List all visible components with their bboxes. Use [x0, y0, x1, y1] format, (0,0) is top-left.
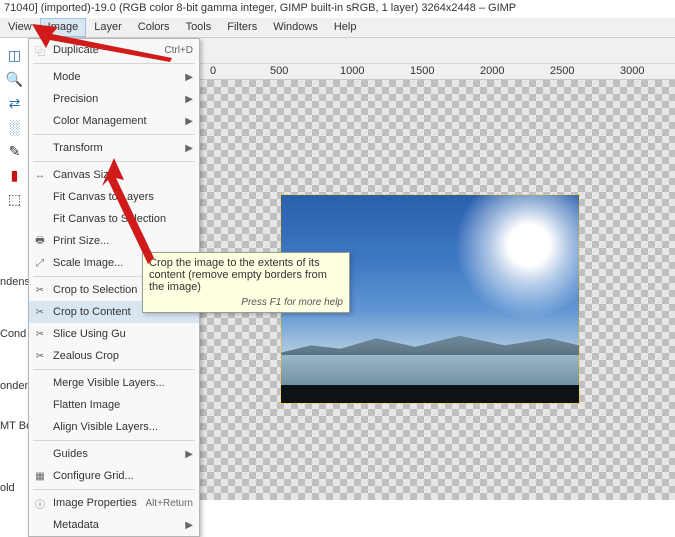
submenu-arrow-icon: ▶ — [185, 520, 193, 531]
separator — [33, 369, 195, 370]
window-title: 71040] (imported)-19.0 (RGB color 8-bit … — [0, 0, 675, 18]
menu-layer[interactable]: Layer — [86, 18, 130, 37]
menu-merge-visible[interactable]: Merge Visible Layers... — [29, 372, 199, 394]
grid-icon: ▦ — [33, 471, 47, 482]
menu-fit-canvas-selection: Fit Canvas to Selection — [29, 208, 199, 230]
menu-print-size[interactable]: 🖶Print Size... — [29, 230, 199, 252]
submenu-arrow-icon: ▶ — [185, 116, 193, 127]
tool-icon[interactable]: ▮ — [4, 164, 26, 186]
menu-image[interactable]: Image — [40, 18, 87, 37]
submenu-arrow-icon: ▶ — [185, 449, 193, 460]
menu-mode[interactable]: Mode▶ — [29, 66, 199, 88]
menu-canvas-size[interactable]: ↔Canvas Size... — [29, 164, 199, 186]
tool-icon[interactable]: ◫ — [4, 44, 26, 66]
submenu-arrow-icon: ▶ — [185, 72, 193, 83]
menu-precision[interactable]: Precision▶ — [29, 88, 199, 110]
crop-icon: ✂ — [33, 307, 47, 318]
separator — [33, 63, 195, 64]
horizontal-ruler: 0 500 1000 1500 2000 2500 3000 — [200, 64, 675, 80]
tool-icon[interactable]: ⇄ — [4, 92, 26, 114]
shortcut-label: Ctrl+D — [164, 45, 193, 56]
tooltip-hint: Press F1 for more help — [149, 297, 343, 308]
print-icon: 🖶 — [33, 233, 47, 250]
tool-icon[interactable]: ░ — [4, 116, 26, 138]
shortcut-label: Alt+Return — [145, 498, 193, 509]
menu-duplicate[interactable]: ⿻ Duplicate Ctrl+D — [29, 39, 199, 61]
knife-icon: ✂ — [33, 329, 47, 340]
separator — [33, 440, 195, 441]
menu-configure-grid[interactable]: ▦Configure Grid... — [29, 465, 199, 487]
separator — [33, 134, 195, 135]
tooltip-text: Crop the image to the extents of its con… — [149, 257, 343, 293]
menu-help[interactable]: Help — [326, 18, 365, 37]
menu-windows[interactable]: Windows — [265, 18, 326, 37]
menu-filters[interactable]: Filters — [219, 18, 265, 37]
menu-tools[interactable]: Tools — [178, 18, 220, 37]
menu-metadata[interactable]: Metadata▶ — [29, 514, 199, 536]
menu-flatten[interactable]: Flatten Image — [29, 394, 199, 416]
photo-water — [281, 355, 579, 389]
menu-colors[interactable]: Colors — [130, 18, 178, 37]
knife-icon: ✂ — [33, 351, 47, 362]
tool-icon[interactable]: 🔍 — [4, 68, 26, 90]
duplicate-icon: ⿻ — [33, 43, 47, 58]
menu-image-properties[interactable]: ⓘImage PropertiesAlt+Return — [29, 492, 199, 514]
photo-foreground — [281, 385, 579, 403]
submenu-arrow-icon: ▶ — [185, 143, 193, 154]
scale-icon: ⤢ — [33, 258, 47, 269]
separator — [33, 489, 195, 490]
menu-slice-using-guides[interactable]: ✂Slice Using Gu — [29, 323, 199, 345]
menu-color-management[interactable]: Color Management▶ — [29, 110, 199, 132]
submenu-arrow-icon: ▶ — [185, 94, 193, 105]
photo-sun — [449, 194, 580, 325]
tooltip: Crop the image to the extents of its con… — [142, 252, 350, 313]
menu-bar: View Image Layer Colors Tools Filters Wi… — [0, 18, 675, 38]
menu-align-visible[interactable]: Align Visible Layers... — [29, 416, 199, 438]
separator — [33, 161, 195, 162]
menu-transform[interactable]: Transform▶ — [29, 137, 199, 159]
info-icon: ⓘ — [33, 496, 47, 511]
menu-zealous-crop[interactable]: ✂Zealous Crop — [29, 345, 199, 367]
resize-icon: ↔ — [33, 170, 47, 181]
menu-fit-canvas-layers[interactable]: Fit Canvas to Layers — [29, 186, 199, 208]
tool-icon[interactable]: ⬚ — [4, 188, 26, 210]
tool-icon[interactable]: ✎ — [4, 140, 26, 162]
menu-guides[interactable]: Guides▶ — [29, 443, 199, 465]
left-panel-snippet: ndensed Cond ondensed MT Bold, old — [0, 264, 20, 506]
crop-icon: ✂ — [33, 285, 47, 296]
menu-view[interactable]: View — [0, 18, 40, 37]
